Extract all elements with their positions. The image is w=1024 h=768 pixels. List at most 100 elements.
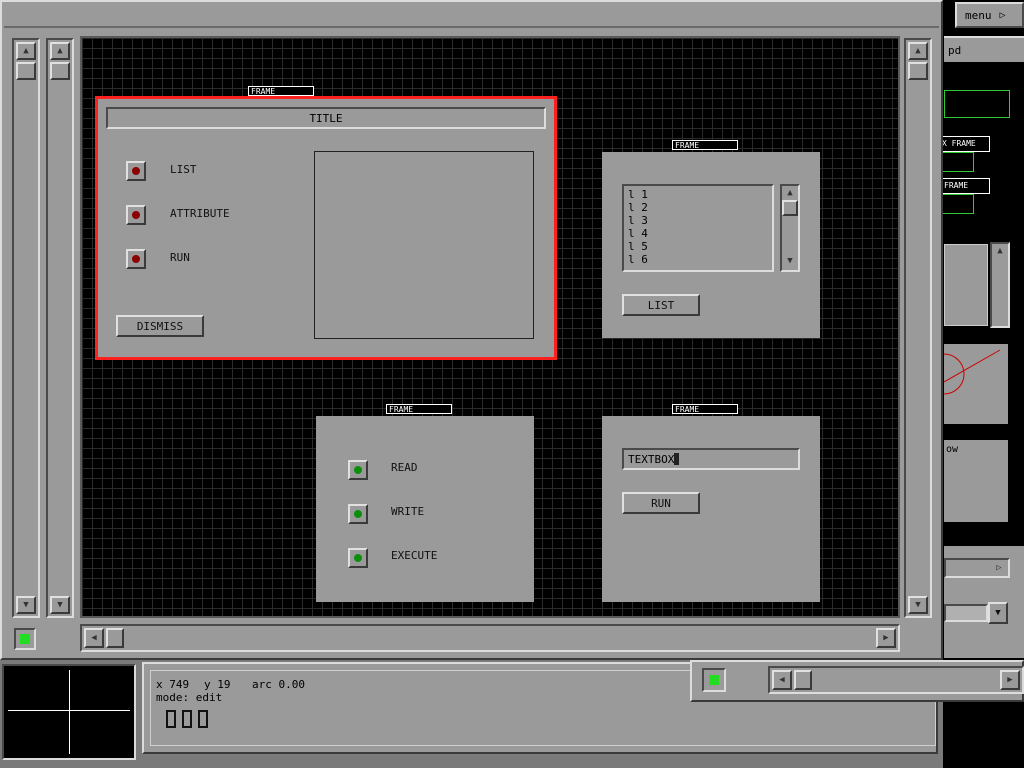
arc-drawing bbox=[944, 349, 1001, 395]
menu-label: menu bbox=[965, 8, 992, 22]
right-frame-tag: FRAME bbox=[940, 178, 990, 194]
scroll-up-icon[interactable]: ▲ bbox=[992, 244, 1008, 258]
coord-arc: arc 0.00 bbox=[252, 678, 305, 691]
radio-run[interactable] bbox=[126, 249, 146, 269]
navigator-panel[interactable] bbox=[2, 664, 136, 760]
right-ow-panel: ow bbox=[944, 440, 1008, 522]
radio-dot-icon bbox=[354, 510, 362, 518]
radio-execute[interactable] bbox=[348, 548, 368, 568]
list-item[interactable]: l 4 bbox=[628, 227, 768, 240]
list-item[interactable]: l 3 bbox=[628, 214, 768, 227]
dialog-content-area bbox=[314, 151, 534, 339]
box-glyph-icon bbox=[182, 710, 192, 728]
box-glyph-icon bbox=[198, 710, 208, 728]
text-cursor bbox=[674, 453, 680, 465]
radio-label-execute: EXECUTE bbox=[391, 549, 438, 562]
list-item[interactable]: l 5 bbox=[628, 240, 768, 253]
scroll-thumb[interactable] bbox=[106, 628, 124, 648]
radio-attribute[interactable] bbox=[126, 205, 146, 225]
textbox-frame[interactable]: TEXTBOX RUN bbox=[602, 416, 820, 602]
dismiss-button[interactable]: DISMISS bbox=[116, 315, 204, 337]
secondary-hscroll[interactable]: ◀ ▶ bbox=[768, 666, 1024, 694]
list-scrollbar[interactable]: ▲ ▼ bbox=[780, 184, 800, 272]
left-scrollbar-2[interactable]: ▲ ▼ bbox=[46, 38, 74, 618]
list-box[interactable]: l 1 l 2 l 3 l 4 l 5 l 6 bbox=[622, 184, 774, 272]
frame-tag: FRAME bbox=[672, 404, 738, 414]
radio-dot-icon bbox=[354, 466, 362, 474]
scroll-up-icon[interactable]: ▲ bbox=[50, 42, 70, 60]
left-scrollbar-1[interactable]: ▲ ▼ bbox=[12, 38, 40, 618]
scroll-thumb[interactable] bbox=[16, 62, 36, 80]
scroll-right-icon[interactable]: ▶ bbox=[1000, 670, 1020, 690]
indicator-light bbox=[709, 675, 719, 685]
right-scrollbar[interactable]: ▲ bbox=[990, 242, 1010, 328]
right-dropdown-arrow[interactable]: ▼ bbox=[988, 602, 1008, 624]
permissions-frame[interactable]: READ WRITE EXECUTE bbox=[316, 416, 534, 602]
canvas-hscroll[interactable]: ◀ ▶ bbox=[80, 624, 900, 652]
scroll-up-icon[interactable]: ▲ bbox=[908, 42, 928, 60]
radio-read[interactable] bbox=[348, 460, 368, 480]
navigator-vline bbox=[69, 670, 70, 754]
main-dialog-frame[interactable]: TITLE LIST ATTRIBUTE RUN DISMISS bbox=[95, 96, 557, 360]
radio-dot-icon bbox=[354, 554, 362, 562]
design-canvas[interactable]: FRAME FRAME FRAME FRAME TITLE LIST ATTRI… bbox=[80, 36, 900, 618]
scroll-left-icon[interactable]: ◀ bbox=[772, 670, 792, 690]
scroll-down-icon[interactable]: ▼ bbox=[16, 596, 36, 614]
scroll-down-icon[interactable]: ▼ bbox=[50, 596, 70, 614]
radio-dot-icon bbox=[132, 211, 140, 219]
coord-x: x 749 bbox=[156, 678, 190, 691]
scroll-thumb[interactable] bbox=[782, 200, 798, 216]
coord-y: y 19 bbox=[204, 678, 231, 691]
radio-dot-icon bbox=[132, 255, 140, 263]
right-frame-outline-2 bbox=[940, 152, 974, 172]
dialog-title-bar[interactable]: TITLE bbox=[106, 107, 546, 129]
right-dropdown[interactable] bbox=[944, 604, 988, 622]
right-hscroll[interactable]: ▷ bbox=[944, 558, 1010, 578]
triangle-right-icon: ▷ bbox=[999, 9, 1006, 21]
frame-tag: FRAME bbox=[672, 140, 738, 150]
right-list-panel bbox=[944, 244, 988, 326]
list-item[interactable]: l 2 bbox=[628, 201, 768, 214]
menu-button[interactable]: menu ▷ bbox=[955, 2, 1024, 28]
radio-write[interactable] bbox=[348, 504, 368, 524]
indicator-light bbox=[20, 634, 30, 644]
textbox-input[interactable]: TEXTBOX bbox=[622, 448, 800, 470]
scroll-thumb[interactable] bbox=[908, 62, 928, 80]
triangle-right-icon[interactable]: ▷ bbox=[990, 560, 1008, 576]
list-frame[interactable]: l 1 l 2 l 3 l 4 l 5 l 6 ▲ ▼ LIST bbox=[602, 152, 820, 338]
right-window-canvas: X FRAME FRAME ▲ ow bbox=[938, 64, 1024, 544]
box-glyph-icon bbox=[166, 710, 176, 728]
scroll-left-icon[interactable]: ◀ bbox=[84, 628, 104, 648]
list-item[interactable]: l 6 bbox=[628, 253, 768, 266]
scroll-down-icon[interactable]: ▼ bbox=[908, 596, 928, 614]
radio-label-write: WRITE bbox=[391, 505, 425, 518]
radio-dot-icon bbox=[132, 167, 140, 175]
scroll-right-icon[interactable]: ▶ bbox=[876, 628, 896, 648]
scroll-down-icon[interactable]: ▼ bbox=[782, 254, 798, 268]
status-indicator bbox=[14, 628, 36, 650]
secondary-indicator bbox=[702, 668, 726, 692]
radio-label-attribute: ATTRIBUTE bbox=[170, 207, 230, 220]
right-frame-outline bbox=[944, 90, 1010, 118]
mode-label: mode: edit bbox=[156, 691, 223, 704]
canvas-vscroll[interactable]: ▲ ▼ bbox=[904, 38, 932, 618]
scroll-thumb[interactable] bbox=[50, 62, 70, 80]
main-window-titlebar bbox=[4, 4, 939, 28]
right-xframe-tag: X FRAME bbox=[938, 136, 990, 152]
run-button[interactable]: RUN bbox=[622, 492, 700, 514]
list-button[interactable]: LIST bbox=[622, 294, 700, 316]
right-arc-panel bbox=[944, 344, 1008, 424]
radio-list[interactable] bbox=[126, 161, 146, 181]
frame-tag: FRAME bbox=[248, 86, 314, 96]
radio-label-list: LIST bbox=[170, 163, 197, 176]
radio-label-run: RUN bbox=[170, 251, 190, 264]
radio-label-read: READ bbox=[391, 461, 418, 474]
dialog-title: TITLE bbox=[309, 111, 343, 125]
scroll-up-icon[interactable]: ▲ bbox=[16, 42, 36, 60]
scroll-thumb[interactable] bbox=[794, 670, 812, 690]
frame-tag: FRAME bbox=[386, 404, 452, 414]
textbox-value: TEXTBOX bbox=[628, 452, 675, 466]
list-item[interactable]: l 1 bbox=[628, 188, 768, 201]
right-window-header: pd bbox=[944, 36, 1024, 62]
scroll-up-icon[interactable]: ▲ bbox=[782, 186, 798, 200]
